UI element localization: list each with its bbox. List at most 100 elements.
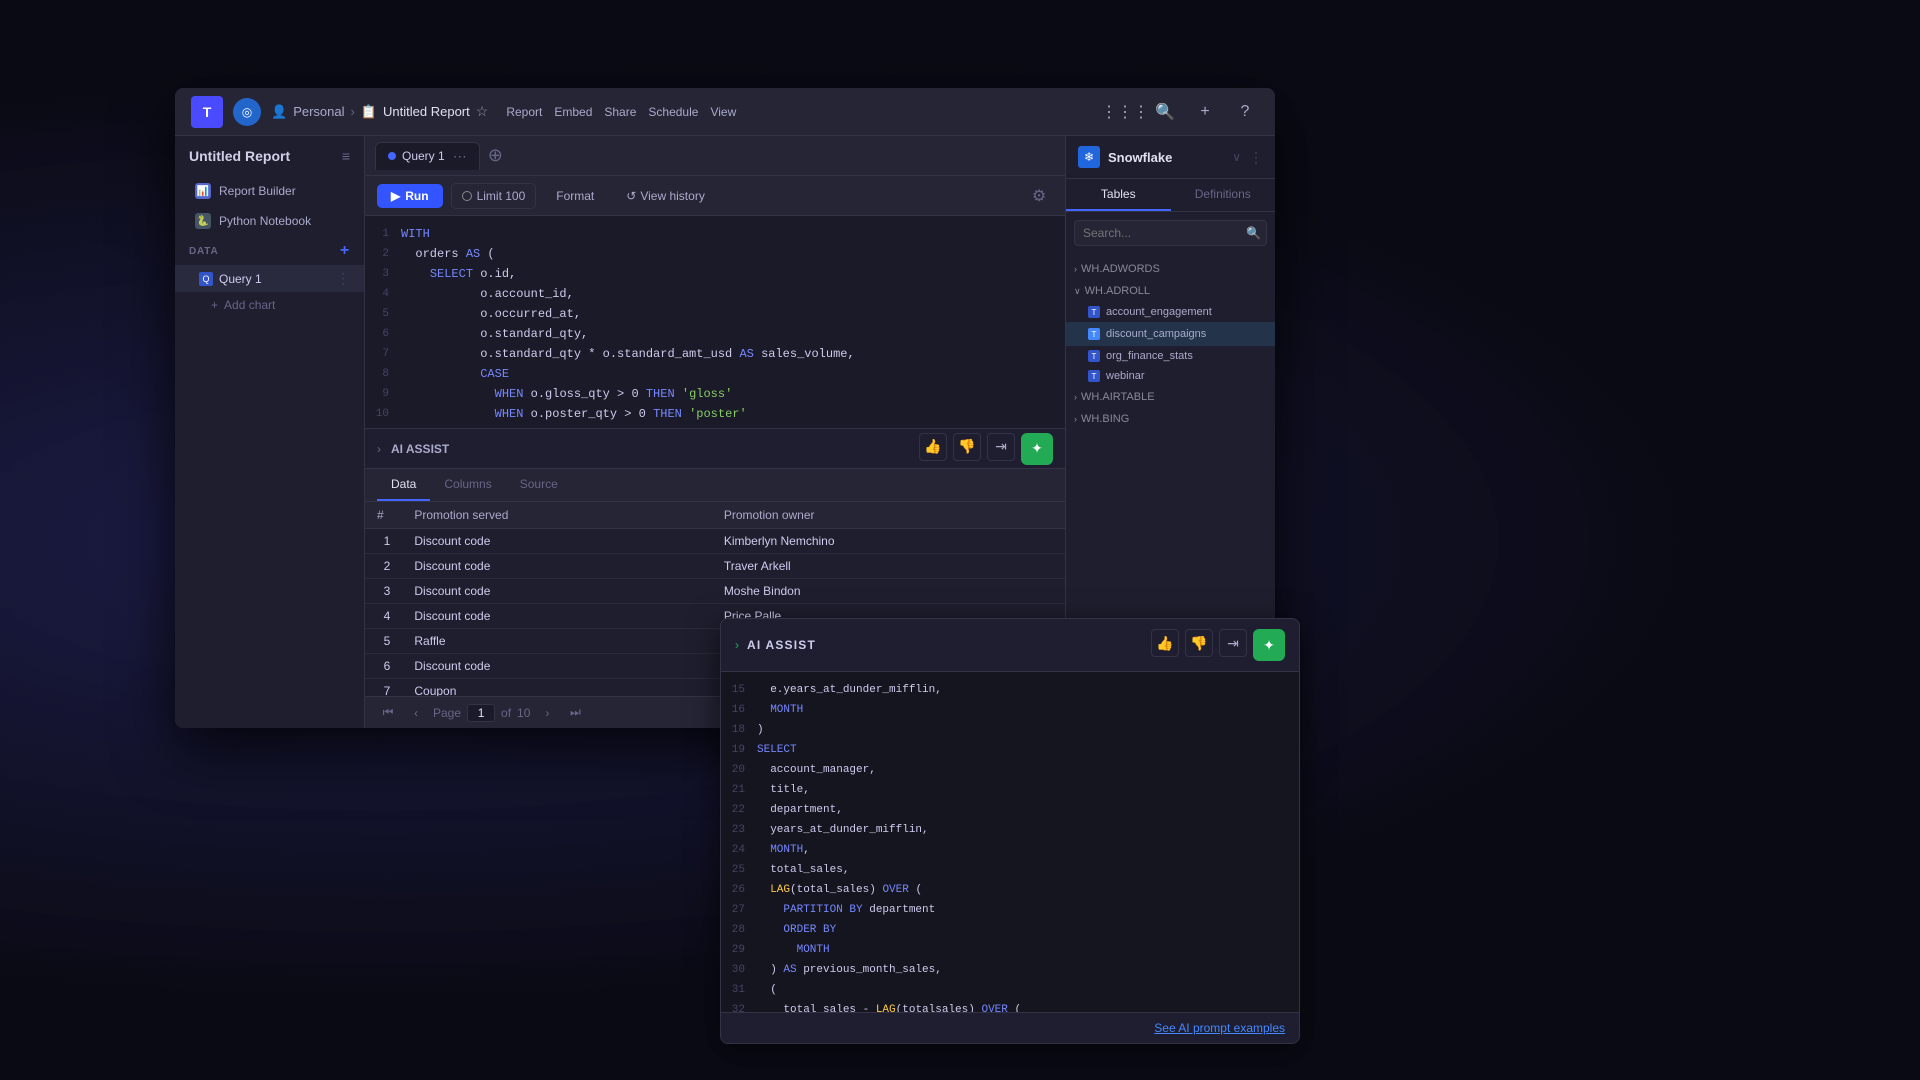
ai-insert-button[interactable]: ⇥ (1219, 629, 1247, 657)
table-copy-icon[interactable]: ⊡ (1232, 326, 1248, 342)
schema-adroll-chevron: ∨ (1074, 286, 1081, 297)
add-tab-icon[interactable]: ⊕ (488, 145, 503, 166)
last-page-button[interactable]: ⏭ (564, 702, 586, 724)
add-icon[interactable]: + (1191, 98, 1219, 126)
table-org-finance-stats[interactable]: T org_finance_stats (1066, 346, 1275, 366)
sidebar-item-report-builder[interactable]: 📊 Report Builder (181, 177, 358, 205)
code-line-11: 11 ELSE 'standard' (365, 424, 1065, 428)
next-page-button[interactable]: › (536, 702, 558, 724)
col-header-promotion-owner[interactable]: Promotion owner (712, 502, 1065, 529)
report-builder-icon: 📊 (195, 183, 211, 199)
ai-thumbs-up-button[interactable]: 👍 (1151, 629, 1179, 657)
schema-adwords-label: WH.ADWORDS (1081, 263, 1160, 275)
table-icon-webinar: T (1088, 370, 1100, 382)
apps-icon[interactable]: ⋮⋮⋮ (1111, 98, 1139, 126)
ai-actions: 👍 👎 ⇥ ✦ (919, 433, 1053, 465)
schema-adwords-chevron: › (1074, 264, 1077, 274)
query1-tab[interactable]: Query 1 ⋯ (375, 142, 480, 170)
ai-code-line-27: 27 PARTITION BY department (721, 900, 1299, 920)
table-icon-org-finance: T (1088, 350, 1100, 362)
table-label-discount-campaigns: discount_campaigns (1106, 328, 1206, 340)
editor-settings-icon[interactable]: ⚙ (1025, 182, 1053, 210)
ai-generate-button[interactable]: ✦ (1021, 433, 1053, 465)
tab-columns[interactable]: Columns (430, 469, 505, 501)
ai-code-line-24: 24 MONTH, (721, 840, 1299, 860)
table-account-engagement[interactable]: T account_engagement (1066, 302, 1275, 322)
schema-wh-airtable[interactable]: › WH.AIRTABLE (1066, 386, 1275, 408)
cell-promotion-served: Discount code (402, 654, 711, 679)
tab-data[interactable]: Data (377, 469, 430, 501)
limit-button[interactable]: Limit 100 (451, 183, 537, 209)
code-editor[interactable]: 1 WITH 2 orders AS ( 3 SELECT o.id, 4 o.… (365, 216, 1065, 428)
ai-header-actions: 👍 👎 ⇥ ✦ (1151, 629, 1285, 661)
view-history-button[interactable]: ↺ View history (614, 184, 717, 208)
table-webinar[interactable]: T webinar (1066, 366, 1275, 386)
thumbs-up-button[interactable]: 👍 (919, 433, 947, 461)
ai-code-line-30: 30 ) AS previous_month_sales, (721, 960, 1299, 980)
cell-promotion-served: Discount code (402, 529, 711, 554)
breadcrumb-report[interactable]: Untitled Report (383, 104, 470, 119)
ai-thumbs-down-button[interactable]: 👎 (1185, 629, 1213, 657)
code-line-6: 6 o.standard_qty, (365, 324, 1065, 344)
rs-tab-tables[interactable]: Tables (1066, 179, 1171, 211)
cell-promotion-served: Discount code (402, 554, 711, 579)
ai-code-line-25: 25 total_sales, (721, 860, 1299, 880)
sidebar-item-python-notebook[interactable]: 🐍 Python Notebook (181, 207, 358, 235)
rs-tab-definitions[interactable]: Definitions (1171, 179, 1276, 211)
ai-code-line-21: 21 title, (721, 780, 1299, 800)
schema-airtable-label: WH.AIRTABLE (1081, 391, 1155, 403)
connection-name: Snowflake (1108, 150, 1224, 165)
add-data-icon[interactable]: + (340, 242, 350, 260)
schedule-link[interactable]: Schedule (648, 105, 698, 119)
schema-bing-label: WH.BING (1081, 413, 1129, 425)
ai-code-line-32: 32 total_sales - LAG(totalsales) OVER ( (721, 1000, 1299, 1012)
see-examples-link[interactable]: See AI prompt examples (1154, 1021, 1285, 1035)
col-header-promotion-served[interactable]: Promotion served (402, 502, 711, 529)
search-icon[interactable]: 🔍 (1151, 98, 1179, 126)
breadcrumb-workspace[interactable]: Personal (293, 104, 344, 119)
tab-menu-icon[interactable]: ⋯ (453, 148, 467, 165)
schema-wh-bing[interactable]: › WH.BING (1066, 408, 1275, 430)
first-page-button[interactable]: ⏮ (377, 702, 399, 724)
page-total-label: of (501, 706, 511, 720)
ai-sparkle-button[interactable]: ✦ (1253, 629, 1285, 661)
schema-wh-adwords[interactable]: › WH.ADWORDS (1066, 258, 1275, 280)
query1-item[interactable]: Q Query 1 ⋮ (175, 265, 364, 292)
cell-promotion-served: Coupon (402, 679, 711, 697)
table-discount-campaigns[interactable]: T discount_campaigns ⊡ ▶ (1066, 322, 1275, 346)
rs-search-input[interactable] (1074, 220, 1267, 246)
format-button[interactable]: Format (544, 184, 606, 208)
schema-wh-adroll[interactable]: ∨ WH.ADROLL (1066, 280, 1275, 302)
cell-promotion-served: Raffle (402, 629, 711, 654)
view-link[interactable]: View (710, 105, 736, 119)
sidebar-expand-icon[interactable]: ∨ (1232, 150, 1241, 164)
ai-code-line-15: 15 e.years_at_dunder_mifflin, (721, 680, 1299, 700)
thumbs-down-button[interactable]: 👎 (953, 433, 981, 461)
rs-search-container: 🔍 (1066, 212, 1275, 254)
insert-code-button[interactable]: ⇥ (987, 433, 1015, 461)
page-input[interactable] (467, 704, 495, 722)
sidebar-menu-icon[interactable]: ⋮ (1249, 149, 1263, 166)
table-play-icon[interactable]: ▶ (1251, 326, 1267, 342)
workspace-icon: ◎ (233, 98, 261, 126)
breadcrumb-sep1: › (351, 104, 355, 119)
prev-page-button[interactable]: ‹ (405, 702, 427, 724)
run-button[interactable]: ▶ Run (377, 184, 443, 208)
add-chart-item[interactable]: + Add chart (175, 293, 364, 317)
breadcrumb-report-icon: 📋 (361, 104, 377, 120)
help-icon[interactable]: ? (1231, 98, 1259, 126)
query1-menu-icon[interactable]: ⋮ (336, 270, 350, 287)
code-line-10: 10 WHEN o.poster_qty > 0 THEN 'poster' (365, 404, 1065, 424)
ai-overlay-code[interactable]: 15 e.years_at_dunder_mifflin, 16 MONTH 1… (721, 672, 1299, 1012)
share-link[interactable]: Share (604, 105, 636, 119)
limit-circle-icon (462, 191, 472, 201)
report-link[interactable]: Report (506, 105, 542, 119)
favorite-star-icon[interactable]: ☆ (476, 103, 489, 120)
sidebar-collapse-icon[interactable]: ≡ (342, 148, 350, 164)
code-line-4: 4 o.account_id, (365, 284, 1065, 304)
title-actions: Report Embed Share Schedule View (506, 105, 736, 119)
tab-source[interactable]: Source (506, 469, 572, 501)
table-header-row: # Promotion served Promotion owner (365, 502, 1065, 529)
embed-link[interactable]: Embed (554, 105, 592, 119)
table-label-org-finance: org_finance_stats (1106, 350, 1193, 362)
